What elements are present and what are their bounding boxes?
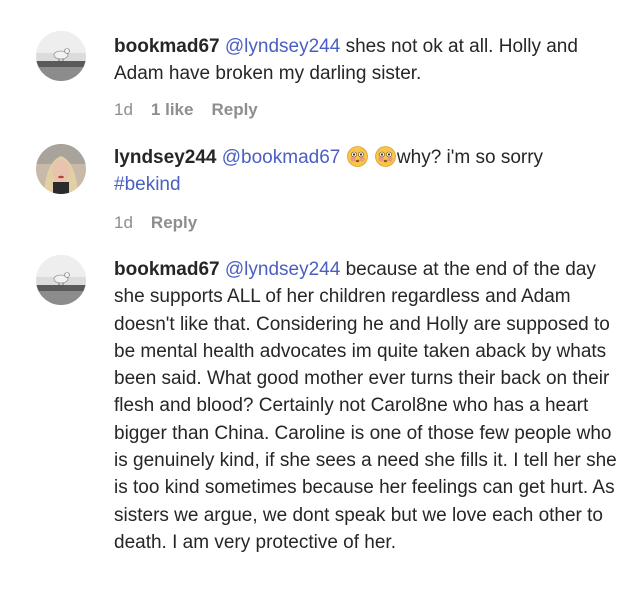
comment-hashtag[interactable]: #bekind — [114, 174, 181, 195]
comment-text: lyndsey244 @bookmad67 why? i'm so sorry … — [114, 144, 629, 199]
comment-likes[interactable]: 1 like — [151, 100, 194, 120]
comment-time: 1d — [114, 213, 133, 232]
comment-meta: 1d Reply — [114, 213, 197, 233]
comment-username[interactable]: lyndsey244 — [114, 147, 216, 168]
comment-item: bookmad67 @lyndsey244 because at the end… — [0, 250, 634, 596]
comment-item: lyndsey244 @bookmad67 why? i'm so sorry … — [0, 130, 634, 250]
seagull-avatar-icon — [36, 31, 86, 81]
avatar[interactable] — [36, 144, 86, 194]
comment-mention[interactable]: @lyndsey244 — [225, 36, 340, 57]
reply-button[interactable]: Reply — [211, 100, 257, 120]
reply-button[interactable]: Reply — [151, 213, 197, 233]
comment-username[interactable]: bookmad67 — [114, 259, 220, 280]
comment-mention[interactable]: @bookmad67 — [222, 147, 341, 168]
comment-text: bookmad67 @lyndsey244 shes not ok at all… — [114, 33, 629, 88]
flushed-face-icon — [346, 146, 368, 167]
comment-username[interactable]: bookmad67 — [114, 36, 220, 57]
seagull-avatar-icon — [36, 255, 86, 305]
comment-body: why? i'm so sorry — [396, 147, 544, 168]
comment-mention[interactable]: @lyndsey244 — [225, 259, 340, 280]
comment-time: 1d — [114, 100, 133, 119]
comment-item: bookmad67 @lyndsey244 shes not ok at all… — [0, 0, 634, 130]
flushed-face-icon — [375, 146, 396, 167]
profile-photo-avatar-icon — [36, 144, 86, 194]
avatar[interactable] — [36, 31, 86, 81]
comment-meta: 1d 1 like Reply — [114, 100, 258, 120]
comment-text: bookmad67 @lyndsey244 because at the end… — [114, 256, 629, 556]
avatar[interactable] — [36, 255, 86, 305]
comment-body: because at the end of the day she suppor… — [114, 259, 617, 553]
